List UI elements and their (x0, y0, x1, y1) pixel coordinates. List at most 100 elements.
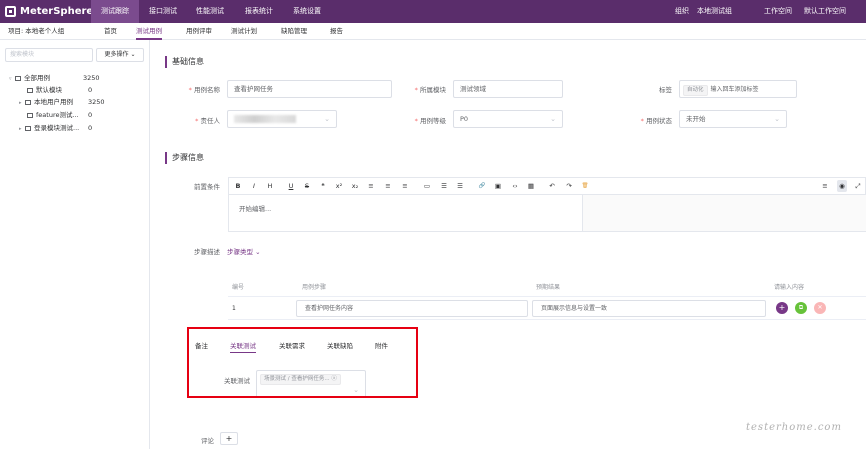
nav-api-test[interactable]: 接口测试 (149, 0, 177, 23)
code-block-icon[interactable]: ▭ (422, 180, 432, 192)
table-icon[interactable]: ▦ (526, 180, 536, 192)
code-icon[interactable]: ‹› (510, 180, 520, 192)
chevron-down-icon: ⌄ (353, 386, 359, 394)
project-switcher[interactable]: 项目: 本地老个人组 (8, 23, 64, 40)
workspace-label: 工作空间 (764, 7, 792, 15)
tree-node-count: 3250 (88, 98, 105, 106)
editor-preview-pane (582, 195, 866, 231)
workspace-switcher[interactable]: 默认工作空间 (804, 0, 846, 23)
module-label-text: 所属模块 (420, 86, 446, 94)
preview-eye-icon[interactable]: ◉ (837, 180, 847, 192)
step-type-dropdown[interactable]: 步骤类型 ⌄ (227, 246, 261, 256)
step-content-input[interactable]: 查看护网任务内容 (296, 300, 528, 317)
subnav-reports[interactable]: 报告 (330, 23, 343, 40)
top-navigation-bar: MeterSphere 测试跟踪 接口测试 性能测试 报表统计 系统设置 组织 … (0, 0, 866, 23)
nav-system-settings[interactable]: 系统设置 (293, 0, 321, 23)
case-name-label-text: 用例名称 (194, 86, 220, 94)
status-select-value: 未开始 (686, 115, 706, 123)
org-label: 组织 (675, 7, 689, 15)
tree-node-local-user[interactable]: ▸ 本地用户用例 (19, 97, 73, 108)
strikethrough-icon[interactable]: S (302, 180, 312, 192)
expected-result-input[interactable]: 页面展示信息与设置一致 (532, 300, 766, 317)
link-icon[interactable]: 🔗 (477, 180, 487, 192)
redo-icon[interactable]: ↷ (564, 180, 574, 192)
unordered-list-icon[interactable]: ☰ (455, 180, 465, 192)
underline-icon[interactable]: U (286, 180, 296, 192)
tree-node-default[interactable]: 默认模块 (27, 85, 62, 96)
priority-select[interactable]: P0 ⌄ (453, 110, 563, 128)
copy-step-icon[interactable]: ⧉ (795, 302, 807, 314)
align-center-icon[interactable]: ≡ (383, 180, 393, 192)
case-name-input[interactable]: 查看护网任务 (227, 80, 392, 98)
watermark: testerhome.com (746, 422, 842, 433)
tag-input[interactable]: 自动化 输入回车添加标签 (679, 80, 797, 98)
nav-test-tracking[interactable]: 测试跟踪 (91, 0, 139, 23)
add-comment-button[interactable]: + (220, 432, 238, 445)
ordered-list-icon[interactable]: ☰ (439, 180, 449, 192)
module-search-input[interactable]: 搜索模块 (5, 48, 93, 62)
tab-related-defects[interactable]: 关联缺陷 (327, 340, 353, 350)
status-select[interactable]: 未开始 ⌄ (679, 110, 787, 128)
related-test-label: 关联测试 (224, 377, 250, 385)
quote-icon[interactable]: ❝ (318, 180, 328, 192)
trash-icon[interactable]: 🗑 (580, 180, 590, 192)
heading-icon[interactable]: H (265, 180, 275, 192)
add-step-icon[interactable]: + (776, 302, 788, 314)
align-left-icon[interactable]: ≡ (366, 180, 376, 192)
org-switcher[interactable]: 本地测试组 (697, 0, 732, 23)
owner-label-text: 责任人 (200, 117, 221, 125)
subscript-icon[interactable]: x₂ (350, 180, 360, 192)
step-info-title: 步骤信息 (165, 152, 204, 164)
status-label: * 用例状态 (624, 115, 672, 125)
step-number: 1 (232, 305, 236, 312)
delete-step-icon[interactable]: ✕ (814, 302, 826, 314)
subnav-case-review[interactable]: 用例评审 (186, 23, 212, 40)
more-actions-label: 更多操作 (104, 51, 129, 58)
precondition-label: 前置条件 (194, 183, 220, 191)
tab-related-test[interactable]: 关联测试 (230, 340, 256, 353)
subnav-home[interactable]: 首页 (104, 23, 117, 40)
nav-performance-test[interactable]: 性能测试 (196, 0, 224, 23)
related-test-chip[interactable]: 场景测试 / 查看护网任务... ⓧ (260, 374, 341, 385)
tree-node-label: feature测试... (36, 111, 79, 119)
tree-node-login[interactable]: ▸ 登录模块测试... (19, 123, 79, 134)
brand-logo[interactable]: MeterSphere (5, 4, 93, 19)
superscript-icon[interactable]: x² (334, 180, 344, 192)
module-select-value: 测试领域 (460, 85, 486, 93)
owner-select[interactable]: ⌄ (227, 110, 337, 128)
tab-related-requirements[interactable]: 关联需求 (279, 340, 305, 350)
undo-icon[interactable]: ↶ (547, 180, 557, 192)
nav-reports[interactable]: 报表统计 (245, 0, 273, 23)
tree-node-count: 0 (88, 86, 93, 94)
italic-icon[interactable]: I (249, 180, 259, 192)
align-right-icon[interactable]: ≡ (400, 180, 410, 192)
tag-chip[interactable]: 自动化 (683, 85, 708, 96)
folder-icon (27, 112, 33, 118)
tree-node-label: 本地用户用例 (34, 98, 73, 106)
chevron-down-icon: ⌄ (255, 248, 261, 256)
image-icon[interactable]: ▣ (493, 180, 503, 192)
chevron-down-icon: ⌄ (324, 115, 330, 123)
chevron-down-icon: ⌄ (774, 115, 780, 123)
tab-remark[interactable]: 备注 (195, 340, 208, 350)
fullscreen-icon[interactable]: ⤢ (853, 180, 863, 192)
tree-node-feature[interactable]: feature测试... (27, 110, 79, 121)
subnav-defects[interactable]: 缺陷管理 (281, 23, 307, 40)
bold-icon[interactable]: B (233, 180, 243, 192)
tag-label: 标签 (659, 86, 672, 94)
metersphere-logo-icon (5, 6, 16, 17)
step-type-value: 步骤类型 (227, 248, 253, 256)
tab-attachments[interactable]: 附件 (375, 340, 388, 350)
more-actions-button[interactable]: 更多操作 ⌄ (96, 48, 144, 62)
folder-icon (25, 99, 31, 105)
close-icon[interactable]: ⓧ (331, 376, 337, 382)
module-select[interactable]: 测试领域 (453, 80, 563, 98)
menu-icon[interactable]: ≡ (820, 180, 830, 192)
tree-node-all[interactable]: ▿ 全部用例 (9, 73, 50, 84)
table-row: 1 查看护网任务内容 页面展示信息与设置一致 + ⧉ ✕ (228, 297, 866, 320)
priority-label: * 用例等级 (398, 115, 446, 125)
chevron-down-icon: ⌄ (550, 115, 556, 123)
related-test-select[interactable]: 场景测试 / 查看护网任务... ⓧ ⌄ (256, 370, 366, 398)
subnav-test-cases[interactable]: 测试用例 (136, 23, 162, 40)
subnav-test-plan[interactable]: 测试计划 (231, 23, 257, 40)
